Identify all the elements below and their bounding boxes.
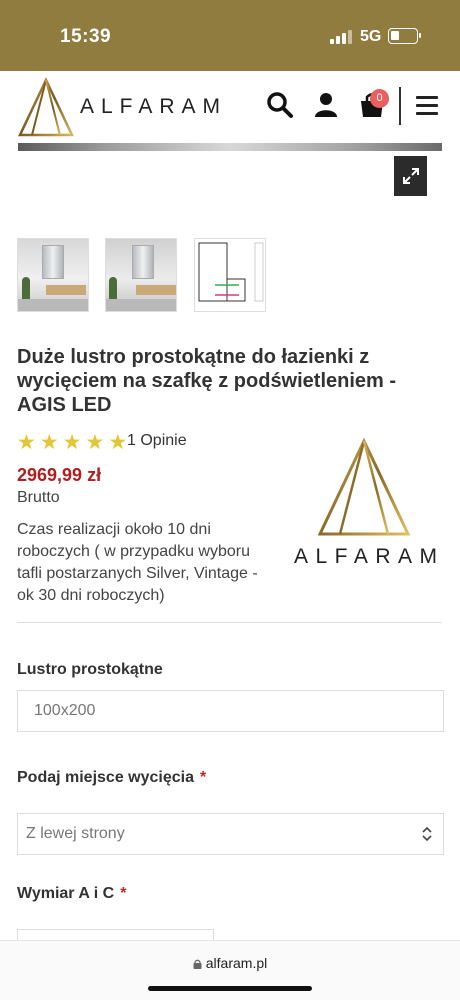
field-label-dimension-ac: Wymiar A i C *: [17, 885, 127, 902]
gallery-thumbnail-1[interactable]: [17, 238, 89, 312]
cart-count-badge: 0: [370, 89, 389, 108]
section-divider: [17, 622, 442, 623]
home-indicator[interactable]: [148, 986, 312, 991]
cutout-position-select[interactable]: Z lewej strony: [17, 813, 444, 855]
lock-icon: [193, 959, 202, 969]
search-icon[interactable]: [266, 91, 294, 119]
brand-logo: [318, 438, 410, 536]
star-icon: ★: [85, 431, 105, 454]
star-icon: ★: [108, 431, 128, 454]
field-label-cutout-position: Podaj miejsce wycięcia *: [17, 769, 207, 786]
star-icon: ★: [39, 431, 59, 454]
star-icon: ★: [62, 431, 82, 454]
mirror-size-input[interactable]: 100x200: [17, 690, 444, 732]
menu-icon[interactable]: [416, 96, 438, 116]
user-icon[interactable]: [312, 91, 340, 119]
reviews-link[interactable]: 1 Opinie: [127, 432, 187, 450]
field-label-mirror-size: Lustro prostokątne: [17, 661, 163, 678]
signal-icon: [330, 30, 352, 44]
header-divider: [399, 87, 401, 125]
cutout-position-value: Z lewej strony: [26, 825, 125, 842]
required-marker: *: [200, 769, 207, 786]
star-icon: ★: [17, 431, 36, 454]
gallery-thumbnail-2[interactable]: [105, 238, 177, 312]
lead-time-text: Czas realizacji około 10 dni roboczych (…: [17, 521, 258, 604]
brand-name[interactable]: ALFARAM: [80, 95, 227, 119]
chevron-updown-icon: [422, 826, 432, 842]
required-marker: *: [120, 885, 127, 902]
brand-logo-text: ALFARAM: [294, 545, 445, 568]
status-bar: 15:39 5G: [0, 0, 460, 71]
product-price: 2969,99 zł: [17, 465, 102, 485]
url-text: alfaram.pl: [205, 955, 268, 971]
product-main-image[interactable]: [18, 143, 442, 151]
gallery-thumbnail-3[interactable]: [194, 238, 266, 312]
product-title: Duże lustro prostokątne do łazienki z wy…: [17, 346, 397, 416]
expand-icon: [402, 168, 419, 184]
site-header: ALFARAM 0: [0, 71, 460, 143]
price-note: Brutto: [17, 489, 60, 506]
network-label: 5G: [360, 28, 382, 45]
expand-image-button[interactable]: [394, 156, 427, 196]
clock: 15:39: [60, 26, 112, 47]
browser-address-bar[interactable]: alfaram.pl: [0, 940, 460, 1000]
logo-icon[interactable]: [18, 77, 74, 137]
battery-icon: [388, 28, 421, 44]
rating-stars[interactable]: ★ ★ ★ ★ ★: [17, 431, 131, 454]
